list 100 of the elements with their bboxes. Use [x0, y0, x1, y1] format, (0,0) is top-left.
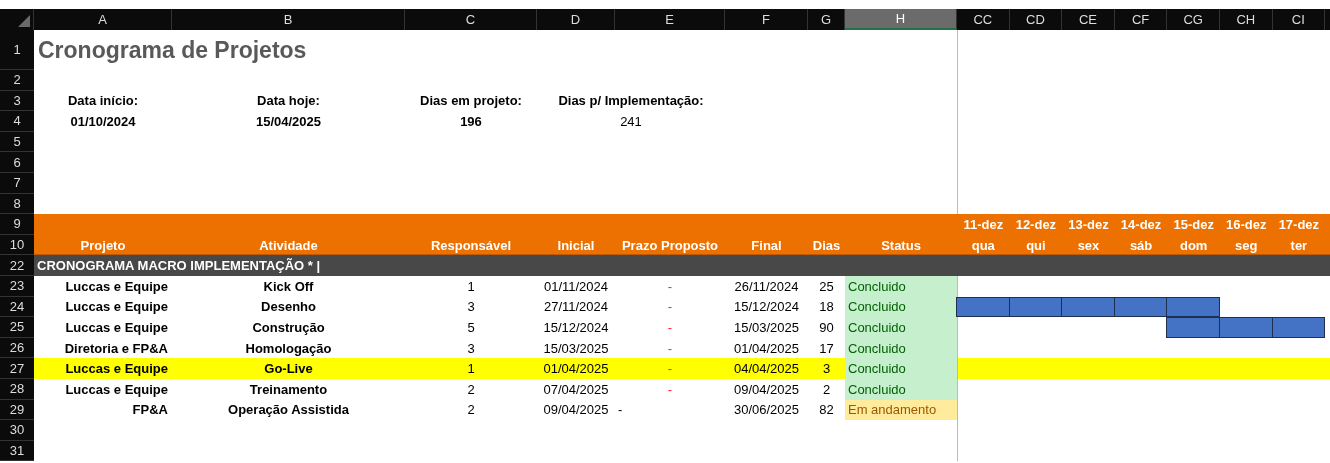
summary-value: 15/04/2025	[254, 113, 323, 131]
table-cell-text: 27/11/2024	[542, 298, 610, 317]
row-number[interactable]: 24	[0, 296, 34, 318]
column-title: Final	[750, 236, 783, 255]
status-cell: Em andamento	[845, 399, 957, 421]
table-cell-text: Homologação	[244, 339, 333, 358]
status-cell: Concluido	[845, 337, 957, 359]
column-header[interactable]: CF	[1114, 9, 1168, 30]
table-cell-text: 15/03/2025	[542, 339, 610, 358]
table-cell-text: 18	[818, 298, 835, 317]
column-header[interactable]: B	[172, 9, 405, 30]
column-header[interactable]: E	[615, 9, 725, 30]
column-header[interactable]: F	[725, 9, 808, 30]
weekday-header: seg	[1234, 236, 1259, 255]
row-number[interactable]: 31	[0, 440, 34, 462]
table-cell-text: Desenho	[260, 298, 317, 317]
table-cell-text: -	[666, 277, 674, 296]
row-number[interactable]: 29	[0, 399, 34, 421]
column-title: Status	[880, 236, 922, 255]
column-header[interactable]: CG	[1167, 9, 1220, 30]
row-number[interactable]: 27	[0, 358, 34, 379]
table-cell-text: 04/04/2025	[732, 360, 801, 379]
sheet-title: Cronograma de Projetos	[38, 36, 307, 64]
column-header[interactable]: CE	[1062, 9, 1115, 30]
table-cell-text: 09/04/2025	[732, 380, 801, 399]
row-number[interactable]: 3	[0, 90, 34, 112]
date-header: 14-dez	[1119, 215, 1163, 234]
table-cell-text: 07/04/2025	[542, 380, 610, 399]
table-cell-text: Luccas e Equipe	[64, 360, 169, 379]
row-number[interactable]: 8	[0, 193, 34, 215]
date-header: 12-dez	[1014, 215, 1058, 234]
summary-value: 196	[459, 113, 483, 131]
column-header[interactable]: H	[845, 9, 957, 30]
table-cell-text: -	[617, 401, 624, 420]
table-cell-text: 2	[466, 401, 476, 420]
table-cell-text: 3	[821, 360, 832, 379]
row-number[interactable]: 28	[0, 378, 34, 400]
row-number[interactable]: 22	[0, 255, 34, 276]
weekday-header: qui	[1025, 236, 1047, 255]
date-header: 11-dez	[962, 215, 1005, 234]
row-number[interactable]: 1	[0, 30, 34, 70]
weekday-header: dom	[1178, 236, 1209, 255]
table-cell-text: Luccas e Equipe	[64, 380, 169, 399]
row-number[interactable]: 23	[0, 275, 34, 297]
table-cell-text: 3	[466, 298, 476, 317]
table-cell-text: 15/12/2024	[732, 298, 801, 317]
row-number[interactable]: 6	[0, 152, 34, 173]
table-cell-text: 01/11/2024	[542, 277, 610, 296]
summary-value: 241	[619, 113, 643, 131]
table-cell-text: Go-Live	[263, 360, 314, 379]
table-cell-text: 30/06/2025	[732, 401, 801, 420]
row-number[interactable]: 2	[0, 70, 34, 91]
table-cell-text: -	[666, 318, 674, 337]
column-header[interactable]: CH	[1219, 9, 1273, 30]
column-header[interactable]: C	[405, 9, 537, 30]
row-number[interactable]: 25	[0, 317, 34, 338]
table-cell-text: -	[666, 298, 674, 317]
weekday-header: sáb	[1128, 236, 1154, 255]
table-cell-text: 82	[818, 401, 835, 420]
summary-value: 01/10/2024	[69, 113, 137, 131]
table-cell-text: Kick Off	[262, 277, 315, 296]
table-cell-text: 15/12/2024	[542, 318, 610, 337]
section-title: CRONOGRAMA MACRO IMPLEMENTAÇÃO * |	[37, 258, 321, 274]
table-cell-text: FP&A	[131, 401, 169, 420]
summary-label: Dias em projeto:	[419, 92, 523, 111]
row-number[interactable]: 5	[0, 131, 34, 153]
table-cell-text: 01/04/2025	[542, 360, 610, 379]
table-cell-text: Luccas e Equipe	[64, 318, 169, 337]
table-cell-text: 2	[821, 380, 832, 399]
table-cell-text: Luccas e Equipe	[64, 298, 169, 317]
row-number[interactable]: 26	[0, 337, 34, 359]
status-cell: Concluido	[845, 275, 957, 297]
status-cell: Concluido	[845, 358, 957, 379]
column-header[interactable]: CD	[1009, 9, 1063, 30]
status-cell: Concluido	[845, 296, 957, 318]
table-cell-text: 90	[818, 318, 835, 337]
row-number[interactable]: 7	[0, 172, 34, 194]
table-cell-text: 01/04/2025	[732, 339, 801, 358]
table-cell-text: Luccas e Equipe	[64, 277, 169, 296]
row-number[interactable]: 4	[0, 111, 34, 132]
column-title: Dias	[811, 236, 842, 255]
row-number[interactable]: 10	[0, 234, 34, 256]
column-header[interactable]: CC	[957, 9, 1010, 30]
table-cell-text: -	[666, 360, 674, 379]
row-number[interactable]: 9	[0, 214, 34, 235]
column-title: Prazo Proposto	[620, 236, 720, 255]
column-title: Projeto	[79, 236, 127, 255]
table-cell-text: Treinamento	[248, 380, 329, 399]
column-header[interactable]: CI	[1272, 9, 1326, 30]
weekday-header: qua	[970, 236, 996, 255]
table-cell-text: 2	[466, 380, 476, 399]
date-header: 16-dez	[1225, 215, 1268, 234]
select-all-icon[interactable]	[18, 15, 30, 27]
column-header[interactable]: A	[34, 9, 172, 30]
column-header[interactable]: D	[537, 9, 615, 30]
status-cell: Concluido	[845, 378, 957, 400]
table-cell-text: Construção	[251, 318, 326, 337]
table-cell-text: -	[666, 380, 674, 399]
column-title: Atividade	[258, 236, 319, 255]
row-number[interactable]: 30	[0, 420, 34, 441]
